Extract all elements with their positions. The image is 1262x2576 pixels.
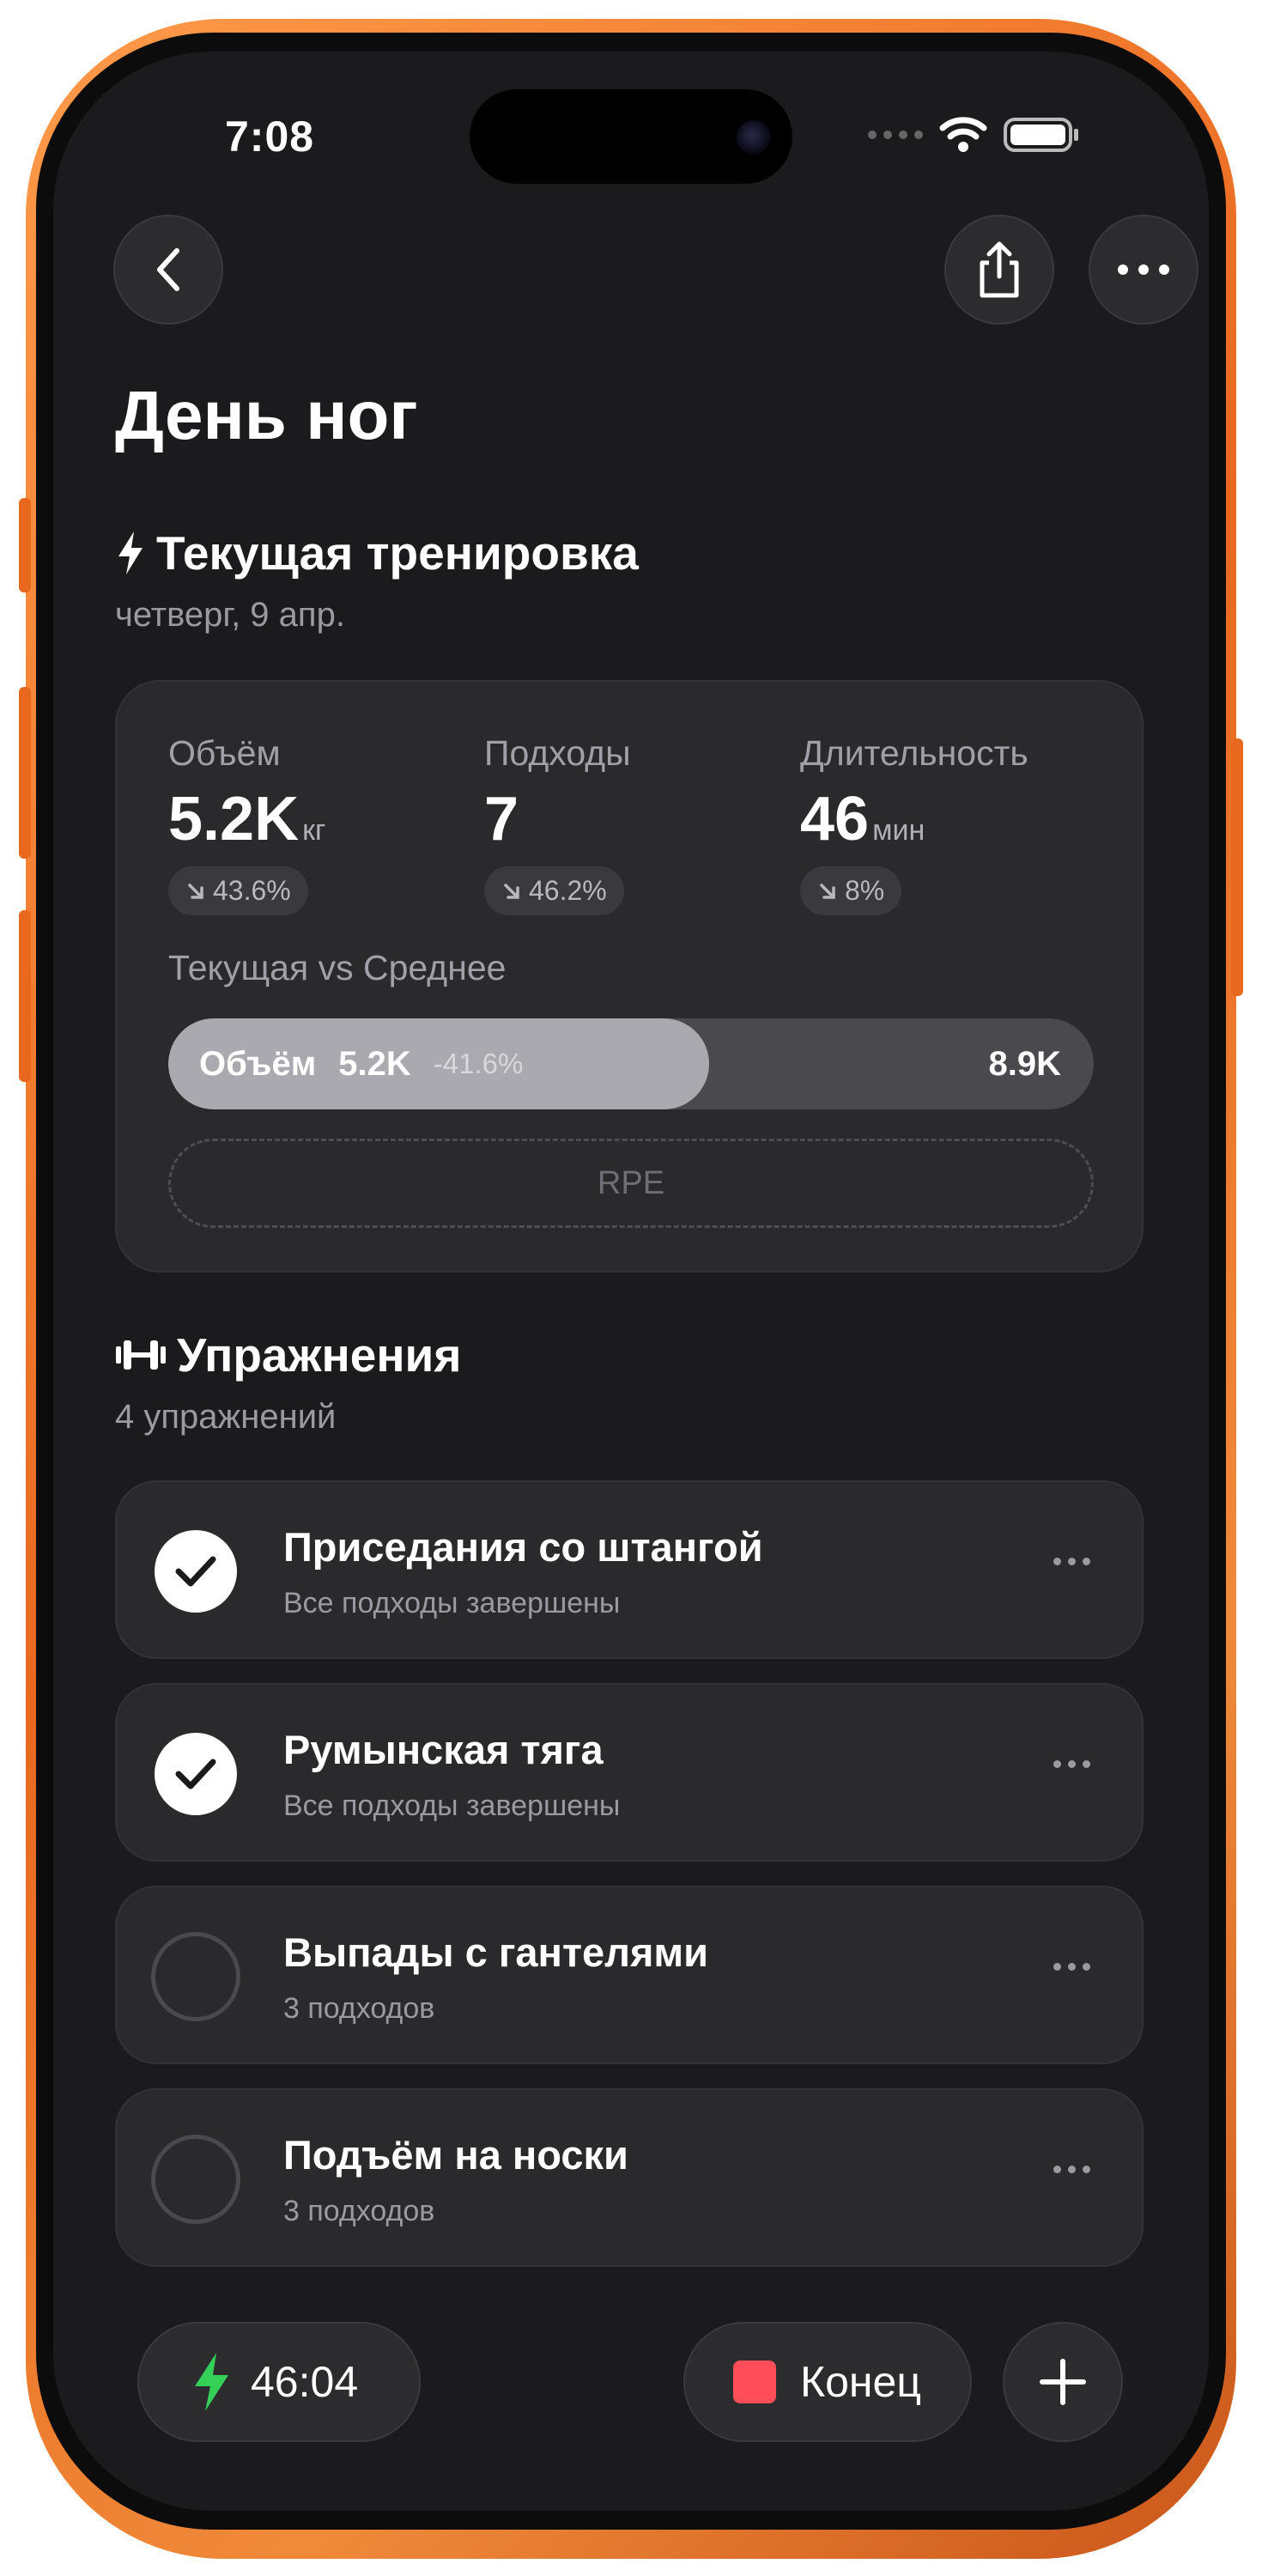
change-badge: 46.2%: [484, 866, 624, 915]
status-indicators: [867, 113, 1080, 156]
exercise-status: 3 подходов: [283, 2195, 435, 2227]
metric-value: 7: [484, 785, 519, 854]
timer-value: 46:04: [251, 2358, 359, 2406]
wifi-icon: [939, 117, 987, 152]
exercise-card[interactable]: Румынская тяга Все подходы завершены: [115, 1683, 1144, 1862]
more-options-button[interactable]: [1089, 215, 1198, 325]
exercise-status: 3 подходов: [283, 1992, 435, 2025]
change-badge: 43.6%: [168, 866, 308, 915]
checkmark-icon: [175, 1759, 216, 1789]
exercise-more-icon[interactable]: [1053, 1963, 1090, 1971]
page-title: День ног: [115, 377, 418, 453]
exercise-status: Все подходы завершены: [283, 1789, 621, 1822]
change-badge: 8%: [800, 866, 902, 915]
compare-average-value: 8.9K: [988, 1044, 1062, 1083]
camera-icon: [737, 120, 771, 155]
volume-up-button: [19, 687, 31, 859]
exercise-more-icon[interactable]: [1053, 1760, 1090, 1768]
metric-unit: мин: [872, 814, 925, 847]
plus-icon: [1040, 2359, 1086, 2405]
dumbbell-icon: [116, 1340, 166, 1370]
arrow-down-right-icon: [504, 883, 519, 899]
compare-delta: -41.6%: [433, 1048, 524, 1079]
current-workout-date: четверг, 9 апр.: [115, 596, 345, 634]
metric-unit: кг: [302, 814, 326, 847]
exercise-card[interactable]: Приседания со штангой Все подходы заверш…: [115, 1480, 1144, 1659]
exercises-title: Упражнения: [177, 1328, 462, 1382]
ellipsis-icon: [1118, 264, 1169, 275]
current-workout-heading: Текущая тренировка: [115, 526, 639, 580]
status-time: 7:08: [225, 112, 315, 161]
exercises-heading: Упражнения: [115, 1327, 461, 1382]
exercise-more-icon[interactable]: [1053, 1558, 1090, 1565]
workout-summary-card: Объём 5.2K кг 43.6% Подходы 7 46.2% Длите…: [115, 680, 1144, 1273]
power-button: [1231, 738, 1243, 996]
exercise-name: Подъём на носки: [283, 2132, 628, 2178]
metric-value: 46 мин: [800, 785, 925, 854]
cellular-signal-icon: [868, 131, 923, 139]
action-button: [19, 498, 31, 592]
volume-down-button: [19, 910, 31, 1082]
metric-label: Объём: [168, 733, 281, 773]
compare-label: Текущая vs Среднее: [168, 948, 507, 987]
exercises-count: 4 упражнений: [115, 1398, 337, 1436]
exercise-incomplete-toggle[interactable]: [151, 1932, 240, 2021]
compare-metric: Объём: [199, 1044, 317, 1083]
back-button[interactable]: [113, 215, 223, 325]
app-screen: 7:08 День ног Текущая тренировка четверг…: [53, 52, 1209, 2511]
workout-timer-button[interactable]: 46:04: [137, 2322, 421, 2442]
current-workout-title: Текущая тренировка: [156, 526, 639, 580]
chevron-left-icon: [157, 248, 179, 291]
exercise-card[interactable]: Подъём на носки 3 подходов: [115, 2088, 1144, 2267]
exercise-card[interactable]: Выпады с гантелями 3 подходов: [115, 1886, 1144, 2064]
rpe-input-button[interactable]: RPE: [168, 1139, 1094, 1228]
compare-current-value: 5.2K: [338, 1044, 411, 1083]
exercise-name: Выпады с гантелями: [283, 1929, 709, 1975]
arrow-down-right-icon: [188, 883, 203, 899]
metric-label: Длительность: [800, 733, 1028, 773]
exercise-status: Все подходы завершены: [283, 1587, 621, 1619]
exercise-name: Румынская тяга: [283, 1727, 604, 1772]
arrow-down-right-icon: [820, 883, 835, 899]
compare-bar-current: Объём 5.2K -41.6%: [199, 1018, 523, 1109]
lightning-icon: [118, 532, 143, 574]
lightning-icon: [195, 2353, 228, 2411]
metric-label: Подходы: [484, 733, 631, 773]
stop-icon: [733, 2360, 776, 2403]
share-icon: [980, 241, 1019, 298]
metric-duration: Длительность 46 мин 8%: [800, 733, 1028, 915]
exercise-completed-toggle[interactable]: [155, 1733, 237, 1815]
exercise-completed-toggle[interactable]: [155, 1530, 237, 1613]
exercise-name: Приседания со штангой: [283, 1524, 763, 1570]
end-label: Конец: [800, 2358, 921, 2406]
share-button[interactable]: [944, 215, 1054, 325]
add-exercise-button[interactable]: [1003, 2322, 1123, 2442]
exercise-more-icon[interactable]: [1053, 2166, 1090, 2173]
compare-bar: Объём 5.2K -41.6% 8.9K: [168, 1018, 1094, 1109]
end-workout-button[interactable]: Конец: [683, 2322, 972, 2442]
metric-sets: Подходы 7 46.2%: [484, 733, 631, 915]
exercise-incomplete-toggle[interactable]: [151, 2135, 240, 2224]
metric-volume: Объём 5.2K кг 43.6%: [168, 733, 325, 915]
metric-value: 5.2K кг: [168, 785, 326, 854]
checkmark-icon: [175, 1556, 216, 1587]
battery-icon: [1004, 118, 1078, 152]
